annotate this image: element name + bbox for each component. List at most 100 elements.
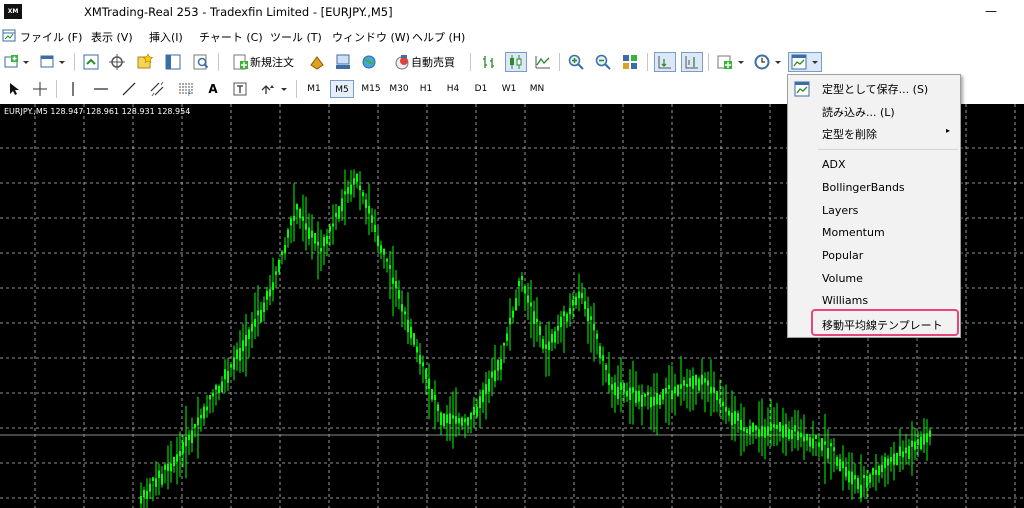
menu-item-template-momentum[interactable]: Momentum (788, 222, 960, 244)
candle-body (689, 377, 691, 387)
candle-body (188, 434, 190, 441)
menu-file[interactable]: ファイル (F) (20, 29, 82, 45)
menu-tools[interactable]: ツール (T) (270, 29, 322, 45)
candle-body (374, 224, 376, 233)
candle-body (149, 483, 151, 492)
candle-body (452, 415, 454, 419)
candle-body (428, 378, 430, 389)
timeframe-m5[interactable]: M5 (330, 80, 354, 98)
text-label-button[interactable] (229, 79, 251, 99)
line-chart-button[interactable] (532, 52, 554, 72)
toolbar-separator (74, 53, 75, 71)
candle-body (854, 475, 856, 480)
zoom-in-button[interactable] (565, 52, 587, 72)
candle-body (350, 184, 352, 195)
indicators-button[interactable] (715, 52, 747, 72)
candle-body (239, 347, 241, 361)
candle-body (818, 442, 820, 447)
timeframe-h4[interactable]: H4 (442, 80, 464, 98)
menu-item-template-layers[interactable]: Layers (788, 200, 960, 222)
toolbar-separator (470, 53, 471, 71)
bar-chart-button[interactable] (478, 52, 500, 72)
candle-body (641, 394, 643, 407)
crosshair-button[interactable] (30, 79, 50, 99)
candle-body (215, 385, 217, 390)
new-chart-button[interactable] (2, 52, 32, 72)
strategy-tester-button[interactable] (190, 52, 212, 72)
candle-body (917, 439, 919, 446)
auto-trading-button[interactable]: 自動売買 (386, 52, 462, 72)
candle-body (926, 433, 928, 443)
candle-body (389, 265, 391, 269)
timeframe-h1[interactable]: H1 (415, 80, 437, 98)
candle-body (419, 355, 421, 364)
periods-button[interactable] (752, 52, 784, 72)
text-tool-icon: A (208, 82, 218, 96)
candle-body (884, 457, 886, 469)
new-order-label: 新規注文 (250, 56, 294, 69)
menu-item-template-adx[interactable]: ADX (788, 154, 960, 176)
menu-view[interactable]: 表示 (V) (91, 29, 133, 45)
menu-item-load-template[interactable]: 読み込み... (L) (788, 100, 960, 122)
timeframe-mn[interactable]: MN (525, 80, 549, 98)
vps-button[interactable] (358, 52, 380, 72)
candle-body (698, 378, 700, 391)
candle-body (551, 334, 553, 343)
menu-item-template-bollinger[interactable]: BollingerBands (788, 177, 960, 199)
candle-body (368, 205, 370, 214)
menu-window[interactable]: ウィンドウ (W) (332, 29, 410, 45)
trendline-button[interactable] (119, 79, 139, 99)
arrows-button[interactable] (258, 79, 290, 99)
candle-body (563, 311, 565, 317)
market-button[interactable] (332, 52, 354, 72)
market-watch-button[interactable] (80, 52, 102, 72)
minimize-button[interactable]: — (980, 2, 1002, 22)
menu-item-remove-template[interactable]: 定型を削除 ▸ (788, 122, 960, 144)
cursor-arrow-icon (10, 83, 19, 95)
menu-item-save-template[interactable]: 定型として保存... (S) (788, 77, 960, 99)
candle-body (176, 454, 178, 462)
candlestick-button[interactable] (505, 52, 527, 72)
candle-body (656, 392, 658, 405)
candle-body (347, 187, 349, 194)
candle-body (815, 434, 817, 440)
zoom-out-button[interactable] (592, 52, 614, 72)
candle-body (341, 198, 343, 212)
new-order-button[interactable]: 新規注文 (226, 52, 300, 72)
candle-body (512, 310, 514, 318)
candle-body (251, 323, 253, 332)
data-window-button[interactable] (106, 52, 128, 72)
candle-body (659, 394, 661, 405)
menu-help[interactable]: ヘルプ (H) (412, 29, 465, 45)
equidistant-channel-button[interactable] (147, 79, 169, 99)
candle-body (728, 410, 730, 416)
auto-scroll-button[interactable] (654, 52, 676, 72)
menu-insert[interactable]: 挿入(I) (149, 29, 183, 45)
vertical-line-button[interactable] (63, 79, 83, 99)
candle-body (410, 326, 412, 339)
candle-body (848, 470, 850, 483)
profiles-button[interactable] (38, 52, 68, 72)
candle-body (791, 429, 793, 440)
chart-shift-button[interactable] (681, 52, 703, 72)
menu-item-template-volume[interactable]: Volume (788, 268, 960, 290)
terminal-button[interactable] (162, 52, 184, 72)
text-tool-button[interactable]: A (203, 79, 223, 99)
timeframe-d1[interactable]: D1 (470, 80, 492, 98)
cursor-button[interactable] (4, 79, 24, 99)
timeframe-m15[interactable]: M15 (358, 80, 384, 98)
signals-button[interactable] (306, 52, 328, 72)
tile-windows-button[interactable] (619, 52, 641, 72)
menu-item-template-popular[interactable]: Popular (788, 245, 960, 267)
candle-body (392, 277, 394, 284)
timeframe-m1[interactable]: M1 (303, 80, 325, 98)
chart-window-icon[interactable] (2, 29, 16, 42)
candle-body (326, 235, 328, 244)
horizontal-line-button[interactable] (91, 79, 111, 99)
timeframe-w1[interactable]: W1 (498, 80, 520, 98)
timeframe-m30[interactable]: M30 (386, 80, 412, 98)
fibonacci-button[interactable]: F (175, 79, 197, 99)
navigator-button[interactable] (134, 52, 156, 72)
menu-chart[interactable]: チャート (C) (199, 29, 263, 45)
templates-button[interactable] (788, 52, 822, 72)
